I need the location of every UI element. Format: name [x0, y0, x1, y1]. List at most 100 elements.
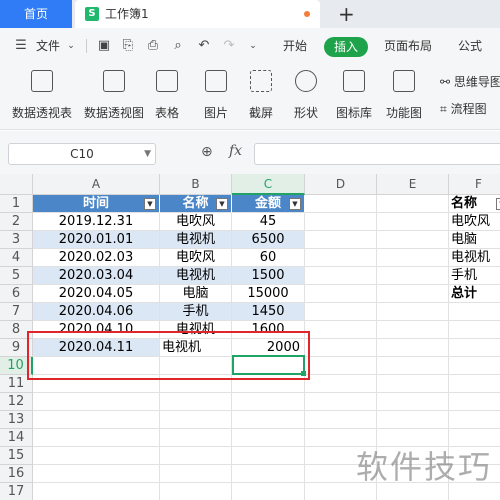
summary-header-cell[interactable]: 名称 ▼: [449, 195, 500, 213]
grid-cell[interactable]: [377, 375, 449, 393]
grid-cell[interactable]: [305, 321, 377, 339]
grid-cell[interactable]: [305, 303, 377, 321]
header-cell-name[interactable]: 名称 ▼: [160, 195, 232, 213]
shapes-button[interactable]: 形状: [288, 70, 324, 121]
picture-button[interactable]: 图片: [198, 70, 234, 121]
fill-handle[interactable]: [301, 371, 306, 376]
column-header-d[interactable]: D: [305, 174, 377, 195]
zoom-icon[interactable]: ⊕: [201, 144, 213, 160]
amount-cell[interactable]: 45: [232, 213, 305, 231]
amount-cell[interactable]: 60: [232, 249, 305, 267]
name-cell[interactable]: 手机: [160, 303, 232, 321]
function-chart-button[interactable]: 功能图: [380, 70, 428, 121]
column-header-a[interactable]: A: [33, 174, 160, 195]
row-header[interactable]: 3: [0, 231, 33, 249]
select-all-corner[interactable]: [0, 174, 33, 195]
row-header[interactable]: 5: [0, 267, 33, 285]
formula-input[interactable]: [254, 143, 500, 165]
grid-cell[interactable]: [232, 411, 305, 429]
grid-cell[interactable]: [377, 303, 449, 321]
undo-icon[interactable]: ↶: [197, 39, 211, 53]
grid-cell[interactable]: [449, 339, 500, 357]
amount-cell[interactable]: 1450: [232, 303, 305, 321]
grid-cell[interactable]: [232, 465, 305, 483]
grid-cell[interactable]: [232, 483, 305, 500]
tab-home[interactable]: 首页: [0, 0, 72, 28]
mind-map-button[interactable]: ⚯ 思维导图: [440, 73, 500, 90]
summary-item-cell[interactable]: 手机: [449, 267, 500, 285]
grid-cell[interactable]: [160, 429, 232, 447]
customize-chevron-icon[interactable]: ⌄: [246, 39, 260, 53]
grid-cell[interactable]: [305, 393, 377, 411]
grid-cell[interactable]: [377, 195, 449, 213]
print-icon[interactable]: ⎙: [146, 39, 160, 53]
grid-cell[interactable]: [232, 447, 305, 465]
time-cell[interactable]: 2020.04.05: [33, 285, 160, 303]
new-tab-button[interactable]: +: [338, 3, 355, 25]
grid-cell[interactable]: [305, 357, 377, 375]
menu-insert[interactable]: 插入: [324, 37, 368, 57]
grid-cell[interactable]: [305, 339, 377, 357]
grid-cell[interactable]: [377, 213, 449, 231]
column-header-c[interactable]: C: [232, 174, 305, 195]
grid-cell[interactable]: [305, 285, 377, 303]
grid-cell[interactable]: [33, 393, 160, 411]
menu-home[interactable]: 开始: [283, 28, 307, 64]
grid-cell[interactable]: [232, 429, 305, 447]
filter-dropdown-icon[interactable]: ▼: [289, 198, 301, 210]
grid-cell[interactable]: [160, 465, 232, 483]
grid-cell[interactable]: [305, 231, 377, 249]
redo-icon[interactable]: ↷: [222, 39, 236, 53]
grid-cell[interactable]: [305, 249, 377, 267]
tab-workbook[interactable]: S 工作簿1: [75, 0, 320, 28]
amount-cell[interactable]: 6500: [232, 231, 305, 249]
table-button[interactable]: 表格: [152, 70, 182, 121]
hamburger-menu-icon[interactable]: ☰: [14, 39, 28, 53]
grid-cell[interactable]: [449, 411, 500, 429]
filter-dropdown-icon[interactable]: ▼: [496, 198, 500, 210]
summary-item-cell[interactable]: 电视机: [449, 249, 500, 267]
time-cell[interactable]: 2020.02.03: [33, 249, 160, 267]
name-cell[interactable]: 电吹风: [160, 213, 232, 231]
row-header[interactable]: 16: [0, 465, 33, 483]
grid-cell[interactable]: [305, 195, 377, 213]
grid-cell[interactable]: [33, 465, 160, 483]
name-cell[interactable]: 电视机: [160, 267, 232, 285]
grid-cell[interactable]: [33, 447, 160, 465]
grid-cell[interactable]: [160, 393, 232, 411]
name-cell[interactable]: 电视机: [160, 231, 232, 249]
grid-cell[interactable]: [377, 393, 449, 411]
grid-cell[interactable]: [232, 393, 305, 411]
function-icon[interactable]: fx: [229, 143, 242, 159]
grid-cell[interactable]: [33, 411, 160, 429]
row-header[interactable]: 17: [0, 483, 33, 500]
grid-cell[interactable]: [377, 267, 449, 285]
name-cell[interactable]: 电吹风: [160, 249, 232, 267]
filter-dropdown-icon[interactable]: ▼: [216, 198, 228, 210]
grid-cell[interactable]: [449, 303, 500, 321]
column-header-e[interactable]: E: [377, 174, 449, 195]
time-cell[interactable]: 2019.12.31: [33, 213, 160, 231]
row-header[interactable]: 12: [0, 393, 33, 411]
grid-cell[interactable]: [449, 321, 500, 339]
grid-cell[interactable]: [160, 447, 232, 465]
icon-library-button[interactable]: 图标库: [334, 70, 374, 121]
grid-cell[interactable]: [377, 285, 449, 303]
time-cell[interactable]: 2020.04.06: [33, 303, 160, 321]
save-icon[interactable]: ▣: [97, 39, 111, 53]
summary-item-cell[interactable]: 电吹风: [449, 213, 500, 231]
print-preview-icon[interactable]: ⌕: [171, 39, 185, 53]
grid-cell[interactable]: [377, 411, 449, 429]
name-cell[interactable]: 电脑: [160, 285, 232, 303]
amount-cell[interactable]: 1500: [232, 267, 305, 285]
row-header[interactable]: 4: [0, 249, 33, 267]
grid-cell[interactable]: [377, 339, 449, 357]
grid-cell[interactable]: [33, 483, 160, 500]
grid-cell[interactable]: [377, 357, 449, 375]
header-cell-amount[interactable]: 金额 ▼: [232, 195, 305, 213]
grid-cell[interactable]: [377, 321, 449, 339]
summary-item-cell[interactable]: 电脑: [449, 231, 500, 249]
menu-file[interactable]: 文件: [36, 28, 60, 64]
chevron-down-icon[interactable]: ▼: [144, 144, 151, 164]
filter-dropdown-icon[interactable]: ▼: [144, 198, 156, 210]
